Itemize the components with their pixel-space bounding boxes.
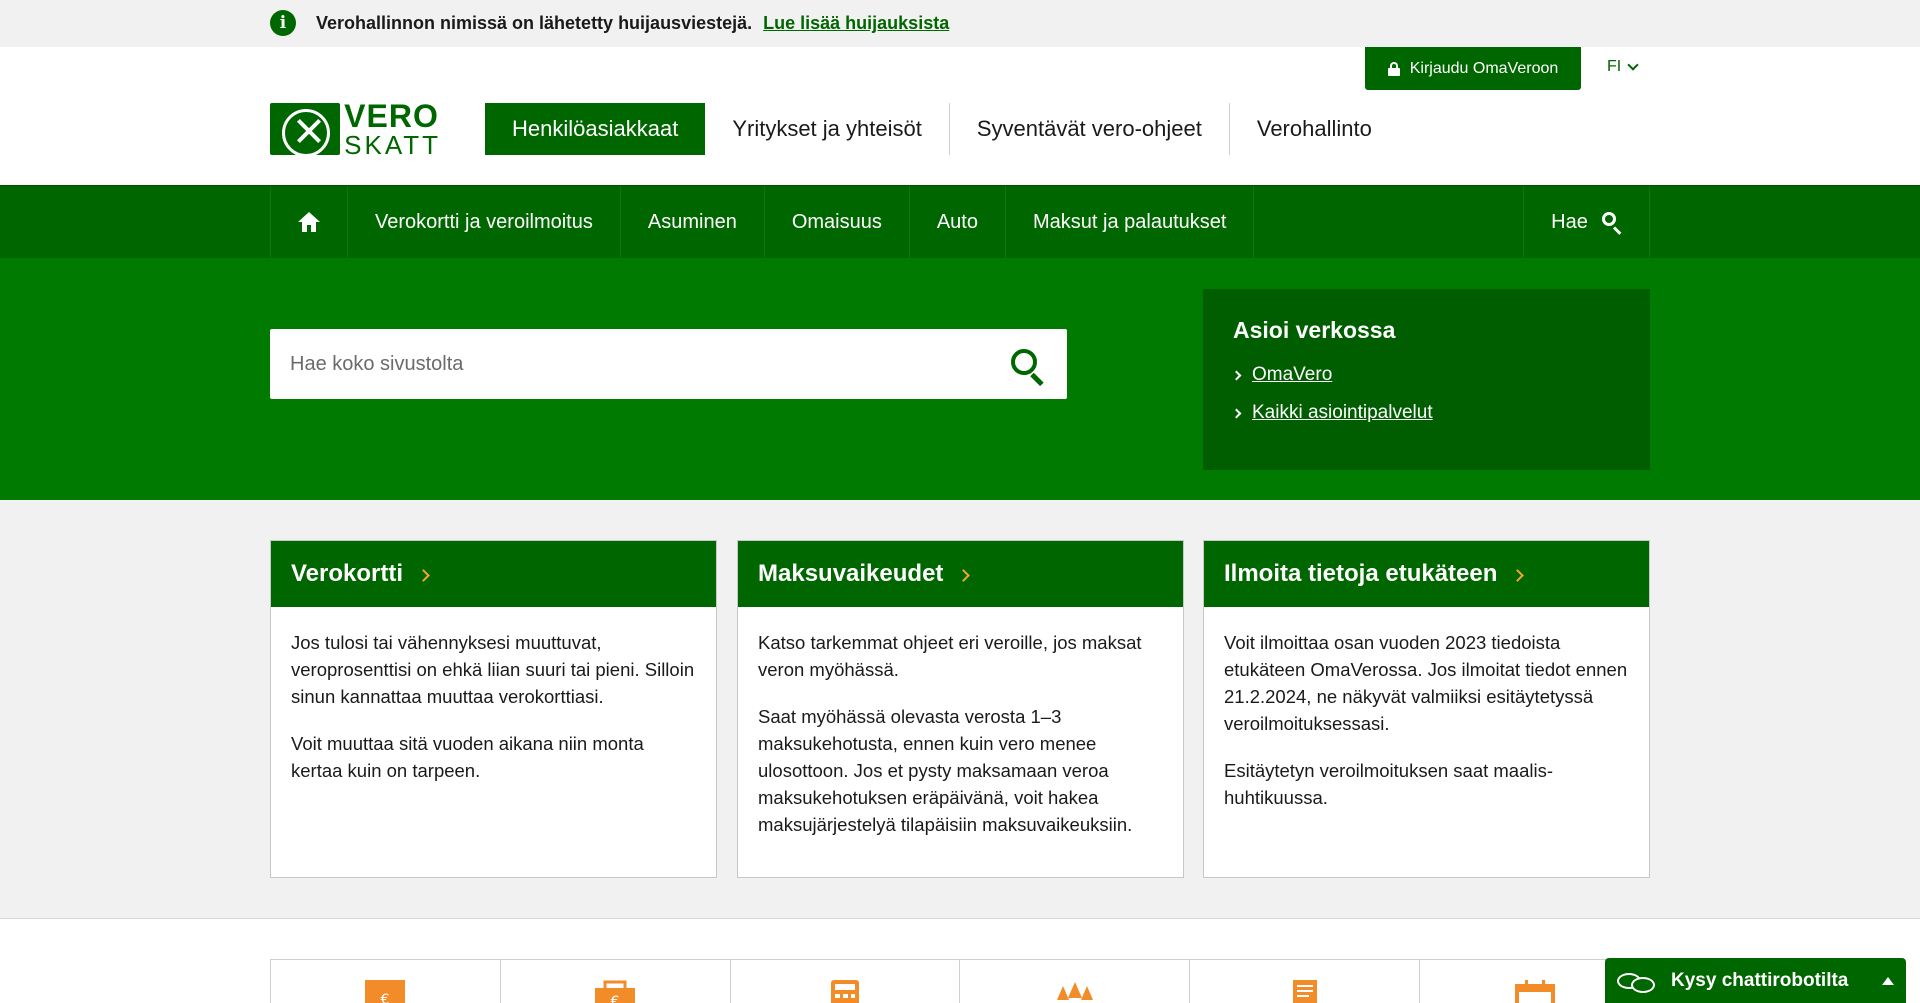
card-paragraph: Esitäytetyn veroilmoituksen saat maalis-… xyxy=(1224,760,1554,808)
chevron-right-icon xyxy=(957,568,971,582)
card-body: Jos tulosi tai vähennyksesi muuttuvat, v… xyxy=(271,607,716,826)
chevron-down-icon xyxy=(1627,59,1639,71)
asioi-link-row: OmaVero xyxy=(1231,364,1620,386)
card-body: Katso tarkemmat ohjeet eri veroille, jos… xyxy=(738,607,1183,880)
document-icon xyxy=(1292,980,1317,1003)
audience-tab-yritykset[interactable]: Yritykset ja yhteisöt xyxy=(705,103,949,155)
nav-item-omaisuus[interactable]: Omaisuus xyxy=(765,186,910,258)
card-verokortti: Verokortti Jos tulosi tai vähennyksesi m… xyxy=(270,540,717,878)
home-button[interactable] xyxy=(270,186,348,258)
nav-item-verokortti[interactable]: Verokortti ja veroilmoitus xyxy=(348,186,621,258)
logo-text: VERO SKATT xyxy=(344,100,441,158)
asioi-link-row: Kaikki asiointipalvelut xyxy=(1231,402,1620,424)
lion-emblem-icon xyxy=(270,103,341,157)
login-label: Kirjaudu OmaVeroon xyxy=(1409,59,1559,77)
tile-document[interactable] xyxy=(1190,960,1421,1003)
svg-text:€: € xyxy=(611,994,620,1003)
notice-message: Verohallinnon nimissä on lähetetty huija… xyxy=(316,13,753,33)
card-ilmoita-tietoja: Ilmoita tietoja etukäteen Voit ilmoittaa… xyxy=(1203,540,1650,878)
omavero-link[interactable]: OmaVero xyxy=(1252,364,1332,386)
logo-line2: SKATT xyxy=(344,130,441,160)
notice-text: Verohallinnon nimissä on lähetetty huija… xyxy=(316,13,949,34)
logo[interactable]: VERO SKATT xyxy=(270,100,441,158)
house-euro-icon: € xyxy=(365,980,406,1003)
card-title-link[interactable]: Ilmoita tietoja etukäteen xyxy=(1204,541,1649,607)
tile-briefcase-euro[interactable]: € xyxy=(501,960,731,1003)
card-title: Maksuvaikeudet xyxy=(758,560,944,587)
audience-nav: Henkilöasiakkaat Yritykset ja yhteisöt S… xyxy=(485,103,1399,155)
language-selector[interactable]: FI xyxy=(1607,58,1639,76)
card-paragraph: Katso tarkemmat ohjeet eri veroille, jos… xyxy=(758,632,1142,680)
nav-item-asuminen[interactable]: Asuminen xyxy=(621,186,765,258)
card-body: Voit ilmoittaa osan vuoden 2023 tiedoist… xyxy=(1204,607,1649,853)
lock-icon xyxy=(1387,61,1400,76)
chat-label: Kysy chattirobotilta xyxy=(1671,969,1849,991)
logo-line1: VERO xyxy=(344,98,439,134)
kaikki-asiointipalvelut-link[interactable]: Kaikki asiointipalvelut xyxy=(1252,402,1433,424)
search-submit-icon[interactable] xyxy=(1011,349,1045,387)
chat-bubbles-icon xyxy=(1617,969,1655,993)
chevron-right-icon xyxy=(1511,568,1525,582)
info-icon: i xyxy=(270,10,296,36)
card-title: Verokortti xyxy=(291,560,404,587)
audience-tab-henkiloasiakkaat[interactable]: Henkilöasiakkaat xyxy=(485,103,706,155)
audience-tab-syventavat[interactable]: Syventävät vero-ohjeet xyxy=(948,103,1229,155)
card-title: Ilmoita tietoja etukäteen xyxy=(1224,560,1498,587)
caret-up-icon xyxy=(1882,976,1894,985)
card-paragraph: Saat myöhässä olevasta verosta 1–3 maksu… xyxy=(758,706,1133,835)
home-icon xyxy=(298,212,320,232)
card-maksuvaikeudet: Maksuvaikeudet Katso tarkemmat ohjeet er… xyxy=(737,540,1184,878)
asioi-verkossa-box: Asioi verkossa OmaVero Kaikki asiointipa… xyxy=(1203,289,1650,470)
chevron-right-icon xyxy=(417,568,430,582)
calculator-icon xyxy=(831,980,860,1003)
tile-calculator[interactable] xyxy=(731,960,961,1003)
chevron-right-icon xyxy=(1231,370,1242,380)
nav-search-button[interactable]: Hae xyxy=(1523,186,1650,258)
cards-section: Verokortti Jos tulosi tai vähennyksesi m… xyxy=(0,500,1920,919)
language-label: FI xyxy=(1607,58,1622,75)
chevron-right-icon xyxy=(1231,408,1242,418)
nav-item-auto[interactable]: Auto xyxy=(910,186,1006,258)
card-paragraph: Jos tulosi tai vähennyksesi muuttuvat, v… xyxy=(291,632,695,707)
briefcase-euro-icon: € xyxy=(595,980,636,1003)
nav-search-label: Hae xyxy=(1551,210,1588,233)
asioi-title: Asioi verkossa xyxy=(1233,317,1396,343)
site-search xyxy=(270,329,1067,399)
search-icon xyxy=(1601,212,1622,235)
tile-forest[interactable] xyxy=(960,960,1191,1003)
card-paragraph: Voit muuttaa sitä vuoden aikana niin mon… xyxy=(291,733,644,781)
notice-link[interactable]: Lue lisää huijauksista xyxy=(763,13,949,33)
hero-section: Asioi verkossa OmaVero Kaikki asiointipa… xyxy=(0,258,1920,500)
card-paragraph: Voit ilmoittaa osan vuoden 2023 tiedoist… xyxy=(1224,632,1628,734)
card-title-link[interactable]: Maksuvaikeudet xyxy=(738,541,1183,607)
nav-item-maksut[interactable]: Maksut ja palautukset xyxy=(1006,186,1255,258)
tile-house-euro[interactable]: € xyxy=(271,960,501,1003)
audience-tab-verohallinto[interactable]: Verohallinto xyxy=(1228,103,1399,155)
card-title-link[interactable]: Verokortti xyxy=(271,541,716,607)
search-input[interactable] xyxy=(270,329,990,399)
svg-text:€: € xyxy=(381,992,390,1003)
notice-bar: i Verohallinnon nimissä on lähetetty hui… xyxy=(0,0,1920,47)
forest-icon xyxy=(1056,982,1093,1000)
main-nav: Verokortti ja veroilmoitus Asuminen Omai… xyxy=(0,185,1920,258)
chatbot-button[interactable]: Kysy chattirobotilta xyxy=(1605,958,1906,1003)
calendar-icon xyxy=(1514,980,1555,1003)
login-button[interactable]: Kirjaudu OmaVeroon xyxy=(1365,47,1581,90)
topic-tiles: € € xyxy=(270,959,1650,1003)
